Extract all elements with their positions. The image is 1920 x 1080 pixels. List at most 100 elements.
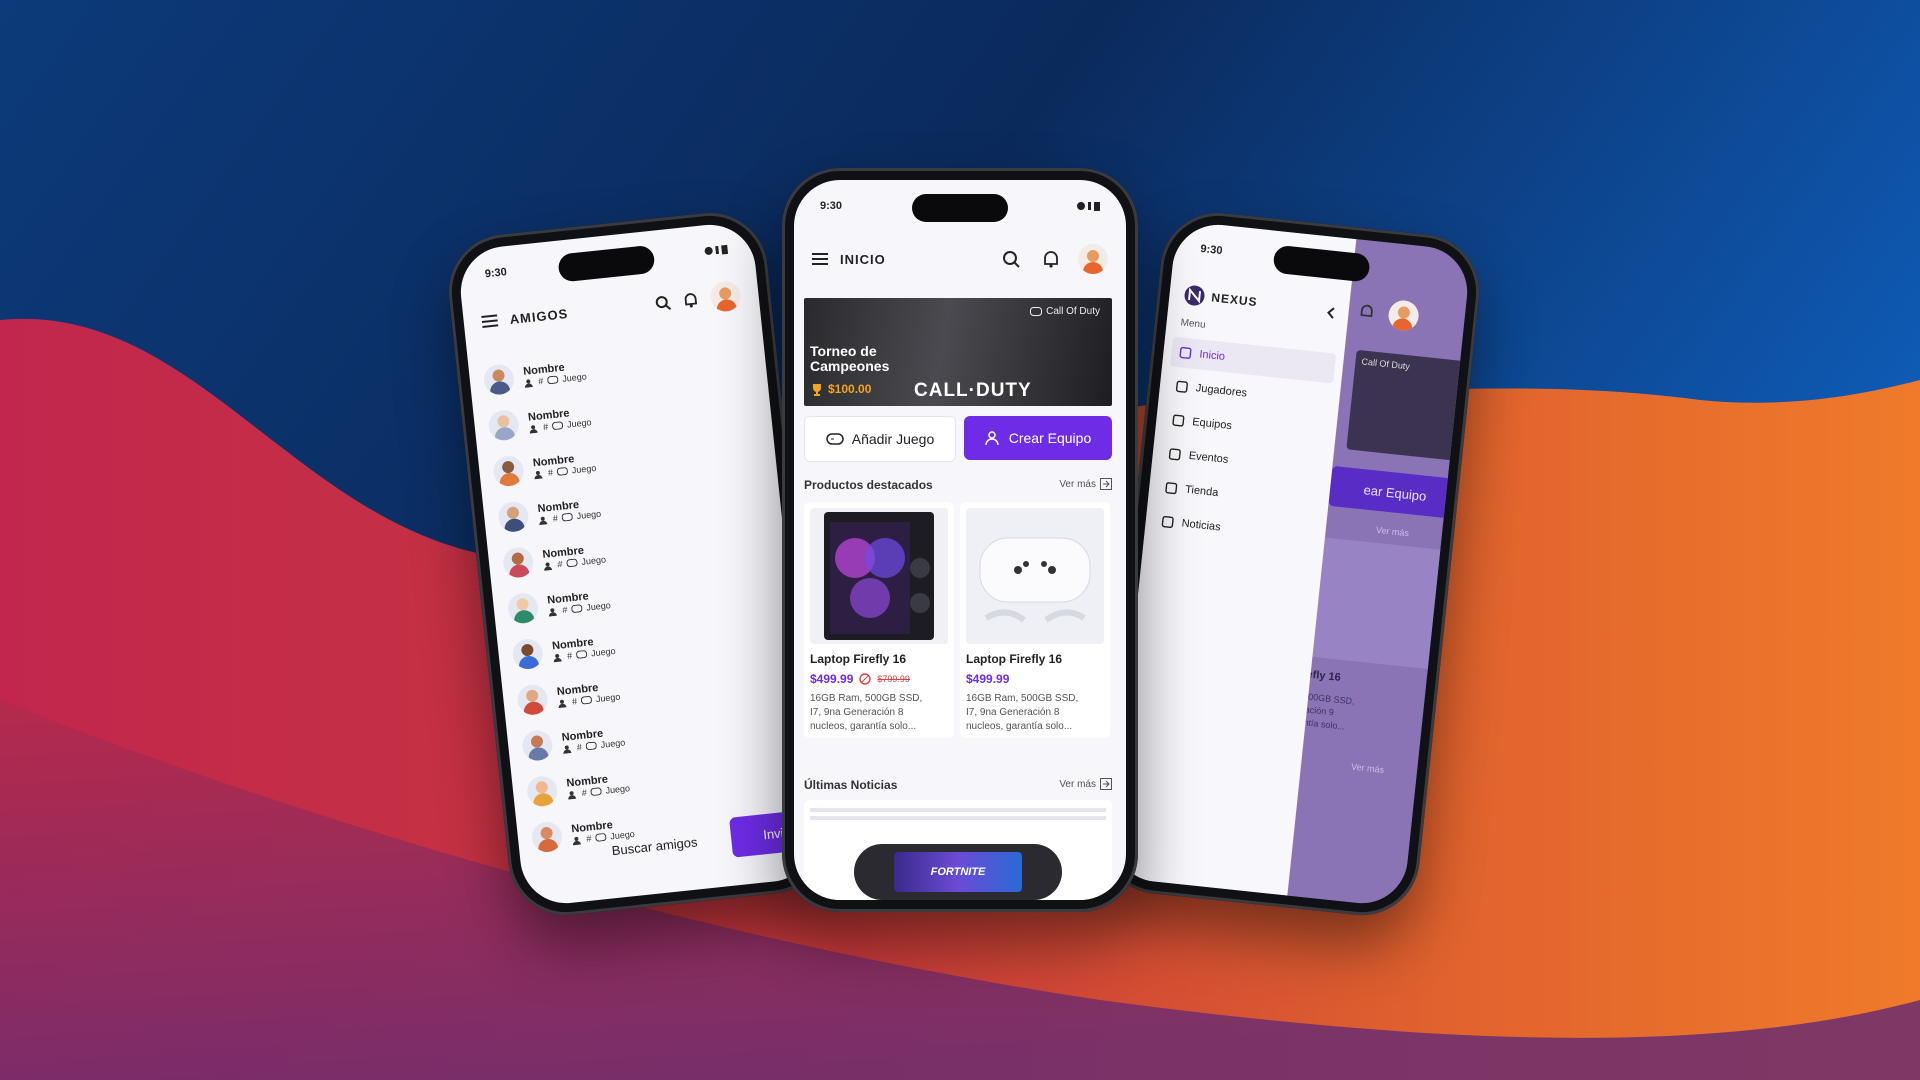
menu-item-label: Eventos xyxy=(1188,449,1229,466)
friend-info: Nombre # Juego xyxy=(523,359,587,388)
nexus-logo-icon xyxy=(1182,283,1206,307)
team-icon xyxy=(1172,414,1185,427)
gamepad-icon xyxy=(566,558,578,568)
add-team-icon xyxy=(985,430,1001,446)
avatar xyxy=(482,363,516,397)
gamepad-icon xyxy=(561,512,573,522)
avatar xyxy=(511,637,545,671)
avatar xyxy=(516,683,550,717)
friend-tag: # xyxy=(537,375,544,387)
news-card[interactable]: FORTNITE xyxy=(804,800,1112,900)
friend-info: Nombre # Juego xyxy=(547,588,612,617)
menu-item-label: Noticias xyxy=(1181,517,1222,534)
menu-icon[interactable] xyxy=(481,313,499,329)
avatar xyxy=(492,454,526,488)
menu-item-label: Inicio xyxy=(1198,348,1226,364)
gamepad-icon xyxy=(580,695,593,705)
handheld-console-image: FORTNITE xyxy=(854,844,1062,900)
gamepad-icon xyxy=(576,650,588,659)
avatar xyxy=(530,820,564,854)
banner-logo: CALL·DUTY xyxy=(914,380,1032,401)
users-icon xyxy=(538,515,549,525)
bell-icon[interactable] xyxy=(1042,250,1060,268)
home-icon xyxy=(1179,346,1192,359)
friend-game: Juego xyxy=(566,417,592,430)
friend-info: Nombre # Juego xyxy=(532,451,597,479)
gamepad-icon xyxy=(825,432,844,446)
friend-game: Juego xyxy=(590,645,617,659)
gamepad-icon xyxy=(547,375,559,385)
featured-see-more-link[interactable]: Ver más xyxy=(1059,478,1112,490)
product-description: 16GB Ram, 500GB SSD, I7, 9na Generación 8… xyxy=(810,693,923,732)
dimmed-header-icons xyxy=(1357,296,1421,332)
dimmed-banner: Call Of Duty xyxy=(1346,349,1472,462)
page-title: INICIO xyxy=(840,251,886,267)
avatar[interactable] xyxy=(1078,244,1108,274)
search-icon[interactable] xyxy=(654,294,672,312)
users-icon xyxy=(524,377,535,388)
friend-tag: # xyxy=(552,513,559,524)
tournament-banner[interactable]: Call Of Duty Torneo de Campeones $100.00 … xyxy=(804,298,1112,406)
product-name: Laptop Firefly 16 xyxy=(966,652,1063,666)
users-icon xyxy=(553,652,564,662)
users-icon xyxy=(562,743,573,754)
bell-icon xyxy=(1358,303,1376,321)
avatar xyxy=(487,408,521,442)
product-description: 16GB Ram, 500GB SSD, I7, 9na Generación 8… xyxy=(966,693,1079,732)
friends-screen: 9:30 AMIGOS Nombre # Juego Nombre # Juego Nomb… xyxy=(456,220,820,908)
add-game-button[interactable]: Añadir Juego xyxy=(804,416,956,462)
bell-icon[interactable] xyxy=(682,291,700,309)
gamepad-icon xyxy=(1030,307,1043,316)
gamepad-icon xyxy=(552,421,564,430)
arrow-right-icon xyxy=(1100,478,1112,490)
banner-game-tag: Call Of Duty xyxy=(1030,306,1100,317)
avatar xyxy=(525,774,559,808)
friend-game: Juego xyxy=(595,691,621,705)
product-card[interactable]: Laptop Firefly 16 $499.99 $799.99 16GB R… xyxy=(804,502,954,738)
product-card[interactable]: Laptop Firefly 16 $499.99 16GB Ram, 500G… xyxy=(960,502,1110,738)
avatar xyxy=(520,729,554,762)
product-price: $499.99 xyxy=(966,672,1010,686)
menu-screen: Call Of Duty ear Equipo Ver más efly 16 … xyxy=(1108,220,1472,908)
page-title: AMIGOS xyxy=(508,305,569,327)
arrow-right-icon xyxy=(1100,778,1112,790)
create-team-button[interactable]: Crear Equipo xyxy=(964,416,1112,460)
dimmed-create-button: ear Equipo xyxy=(1328,465,1462,520)
avatar xyxy=(501,546,535,580)
menu-item-label: Equipos xyxy=(1191,416,1233,433)
menu-item-label: Jugadores xyxy=(1195,382,1248,400)
dimmed-banner-tag: Call Of Duty xyxy=(1361,356,1411,372)
calendar-icon xyxy=(1168,448,1181,461)
product-price-row: $499.99 $799.99 xyxy=(810,672,910,686)
news-placeholder-line xyxy=(810,808,1106,812)
news-see-more-link[interactable]: Ver más xyxy=(1059,778,1112,790)
friends-header: AMIGOS xyxy=(480,278,742,339)
brand: NEXUS xyxy=(1182,283,1258,313)
signal-icon xyxy=(1077,201,1100,211)
product-image xyxy=(966,508,1104,644)
product-price: $499.99 xyxy=(810,672,854,686)
gamepad-icon xyxy=(556,467,569,476)
friend-tag: # xyxy=(576,741,583,753)
menu-item-label: Tienda xyxy=(1184,483,1219,500)
dynamic-island xyxy=(557,244,656,283)
home-screen: 9:30 INICIO Call Of Duty Torneo de Campeo… xyxy=(794,180,1126,900)
friend-game: Juego xyxy=(585,600,612,613)
discount-icon xyxy=(859,673,872,685)
chevron-left-icon[interactable] xyxy=(1326,306,1335,319)
users-icon xyxy=(558,698,569,708)
friend-tag: # xyxy=(557,558,564,570)
friend-game: Juego xyxy=(600,737,626,750)
avatar xyxy=(496,500,530,534)
friend-tag: # xyxy=(566,650,573,661)
search-icon[interactable] xyxy=(1002,250,1020,268)
friend-info: Nombre # Juego xyxy=(566,771,630,800)
product-image xyxy=(810,508,948,644)
friend-tag: # xyxy=(542,421,549,433)
news-image-text: FORTNITE xyxy=(894,852,1022,892)
friend-info: Nombre # Juego xyxy=(527,405,592,434)
friend-tag: # xyxy=(581,787,588,799)
users-icon xyxy=(529,423,540,434)
menu-icon[interactable] xyxy=(812,252,828,266)
avatar[interactable] xyxy=(709,279,742,313)
